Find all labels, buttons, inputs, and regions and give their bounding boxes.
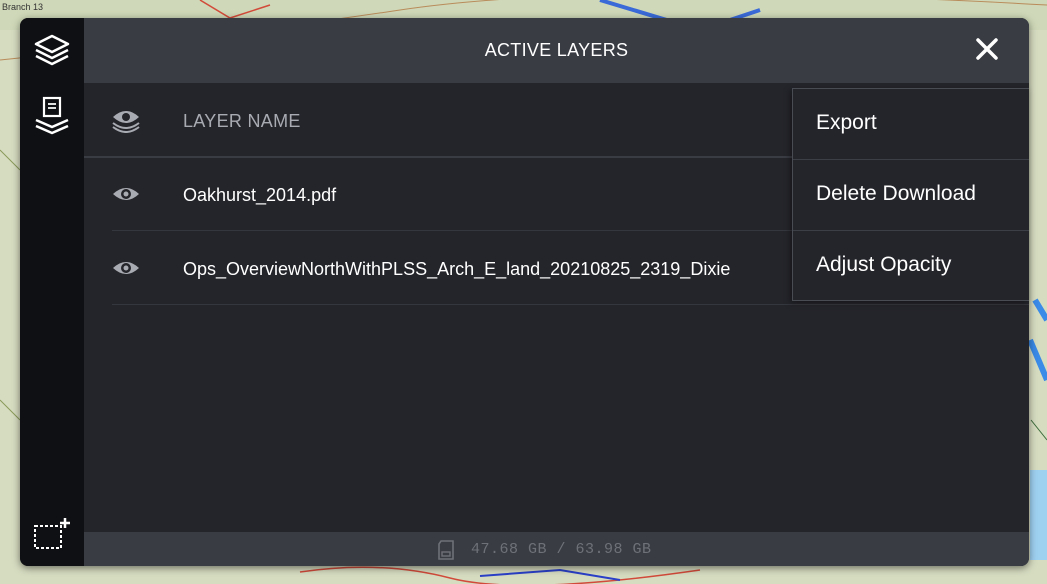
menu-item-label: Export	[816, 111, 877, 134]
layer-name[interactable]: Ops_OverviewNorthWithPLSS_Arch_E_land_20…	[183, 259, 730, 280]
export-menu-item[interactable]: Export	[793, 89, 1029, 159]
layer-name-column-header[interactable]: LAYER NAME	[183, 111, 301, 132]
visibility-stack-icon[interactable]	[111, 107, 141, 133]
sd-card-icon	[437, 540, 455, 560]
document-layers-icon[interactable]	[32, 96, 72, 136]
layers-icon[interactable]	[32, 30, 72, 70]
eye-icon[interactable]	[111, 256, 141, 280]
storage-footer: 47.68 GB / 63.98 GB	[84, 532, 1029, 566]
panel-header: ACTIVE LAYERS	[84, 18, 1029, 83]
panel-title: ACTIVE LAYERS	[484, 40, 629, 60]
delete-download-menu-item[interactable]: Delete Download	[793, 160, 1029, 230]
menu-item-label: Adjust Opacity	[816, 253, 952, 276]
layer-name[interactable]: Oakhurst_2014.pdf	[183, 185, 336, 206]
menu-item-label: Delete Download	[816, 182, 976, 205]
add-area-icon[interactable]	[32, 514, 72, 554]
adjust-opacity-menu-item[interactable]: Adjust Opacity	[793, 231, 1029, 301]
close-icon[interactable]	[975, 37, 999, 61]
layer-context-menu: Export Delete Download Adjust Opacity	[792, 88, 1029, 301]
eye-icon[interactable]	[111, 182, 141, 206]
map-place-label: Branch 13	[2, 2, 44, 12]
row-divider	[112, 304, 1029, 305]
storage-usage: 47.68 GB / 63.98 GB	[471, 541, 652, 558]
side-rail	[20, 18, 84, 566]
